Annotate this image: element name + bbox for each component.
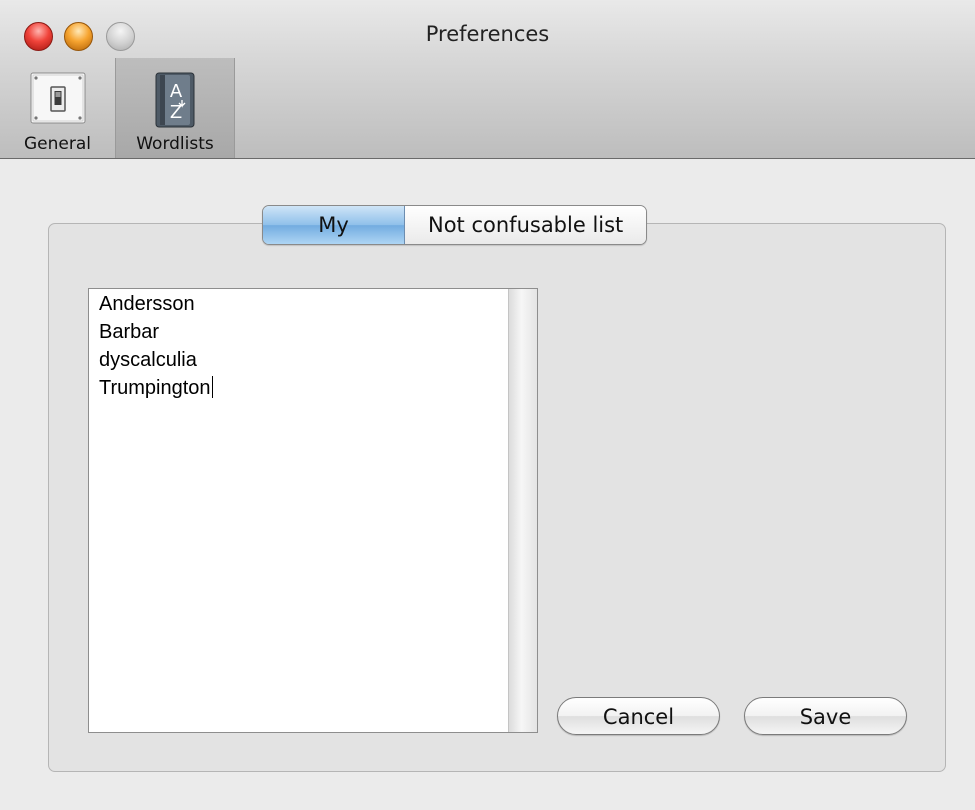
wordlist-lines: Andersson Barbar dyscalculia Trumpington: [99, 290, 213, 402]
preferences-window: Preferences General A Z Wordlists My Not…: [0, 0, 975, 810]
az-book-icon: A Z: [155, 72, 195, 132]
wordlist-line: dyscalculia: [99, 349, 197, 371]
svg-text:A: A: [170, 81, 183, 102]
toolbar-label-general: General: [24, 134, 91, 154]
titlebar-toolbar: Preferences General A Z Wordlists: [0, 0, 975, 159]
wordlist-text-area[interactable]: Andersson Barbar dyscalculia Trumpington: [88, 288, 538, 733]
wordlist-line: Trumpington: [99, 377, 211, 399]
wordlist-line: Barbar: [99, 321, 160, 343]
toolbar-label-wordlists: Wordlists: [136, 134, 214, 154]
wordlist-tab-control: My wordlist Not confusable list: [262, 205, 648, 245]
light-switch-icon: [30, 72, 86, 128]
window-title: Preferences: [425, 22, 550, 46]
toolbar-item-general[interactable]: General: [0, 58, 115, 158]
tab-my-wordlist[interactable]: My wordlist: [263, 206, 405, 244]
cancel-button[interactable]: Cancel: [557, 697, 720, 735]
text-caret: [211, 376, 213, 398]
tab-not-confusable-list[interactable]: Not confusable list: [405, 206, 647, 244]
wordlist-line-with-caret: Trumpington: [99, 374, 213, 402]
save-button[interactable]: Save: [744, 697, 907, 735]
wordlist-line: Andersson: [99, 293, 195, 315]
toolbar-item-wordlists[interactable]: A Z Wordlists: [115, 58, 235, 158]
wordlist-scrollbar[interactable]: [508, 289, 537, 732]
